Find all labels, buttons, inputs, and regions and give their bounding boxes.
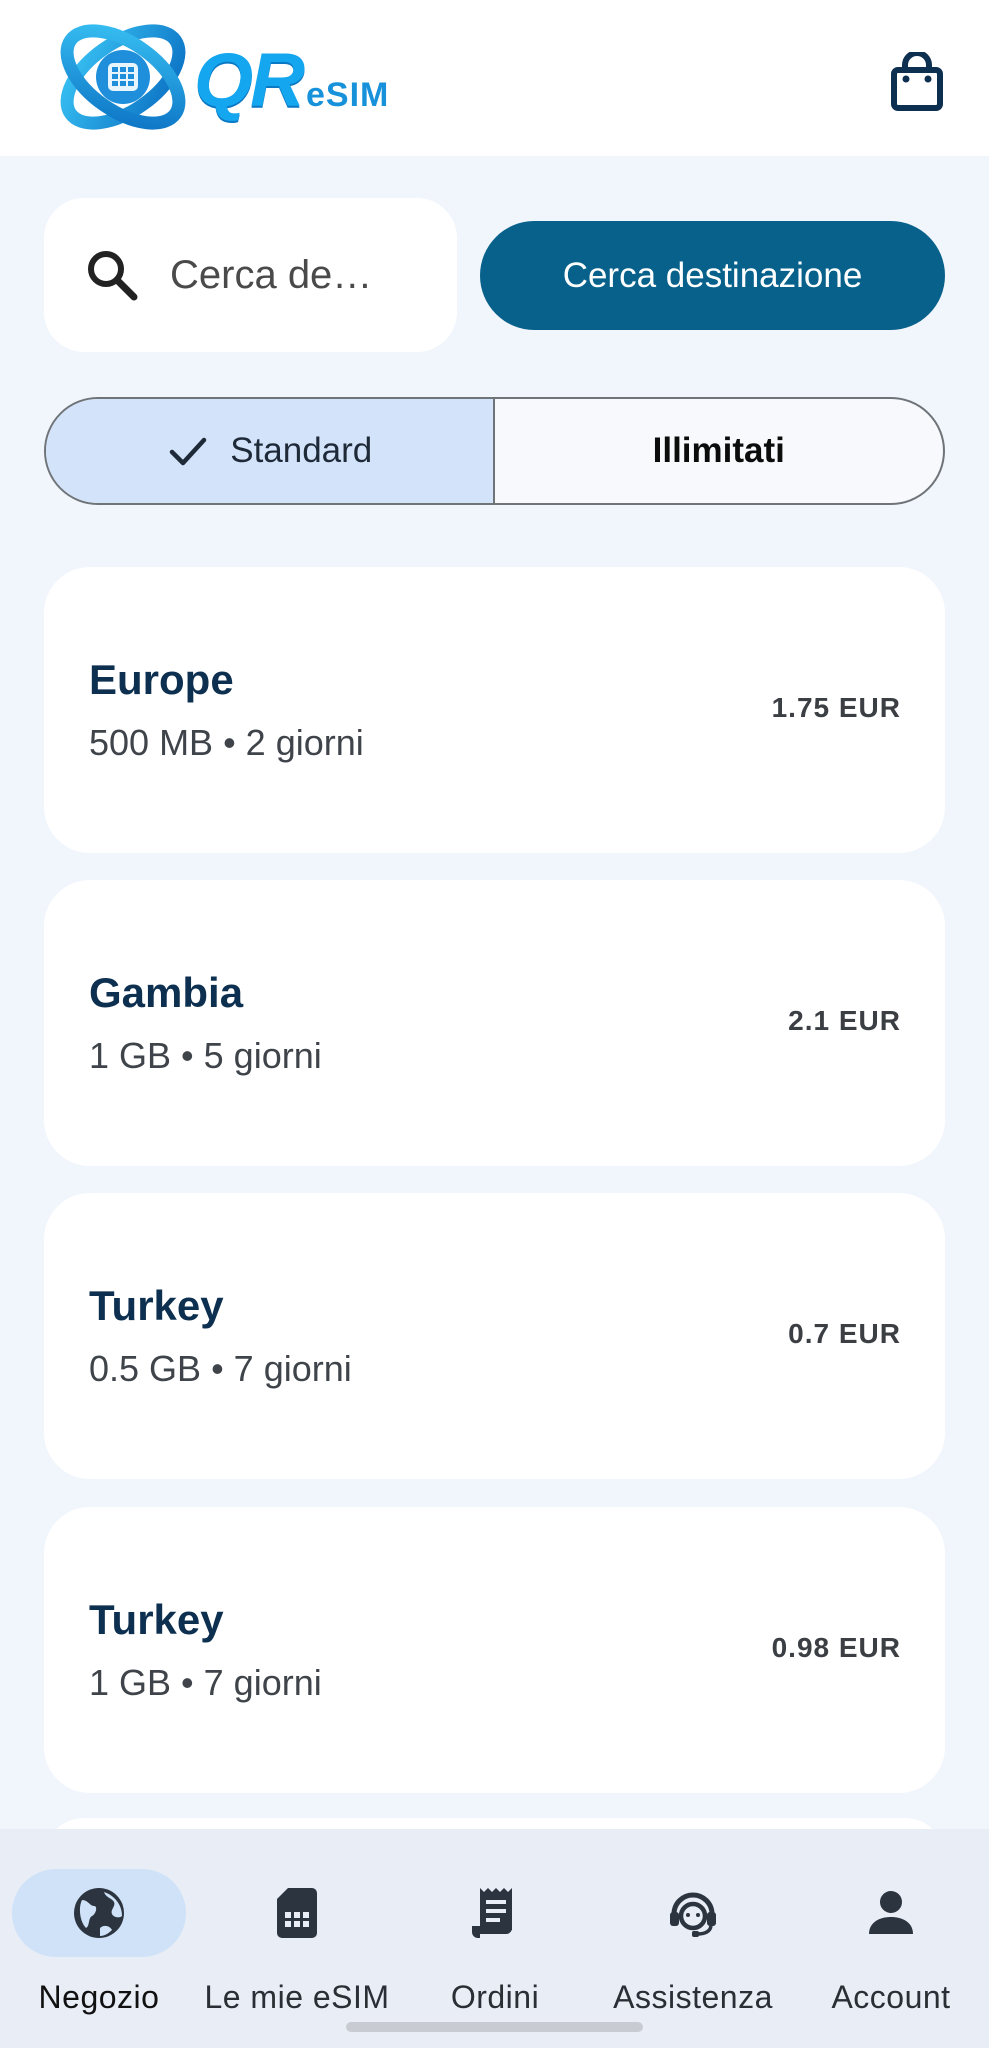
- home-indicator[interactable]: [346, 2022, 643, 2032]
- plan-type-toggle: Standard Illimitati: [44, 397, 945, 505]
- person-icon: [869, 1891, 913, 1934]
- nav-label: Assistenza: [613, 1979, 773, 2015]
- logo-primary-text: QR: [194, 37, 305, 123]
- nav-item-le-mie-esim[interactable]: Le mie eSIM: [198, 1869, 396, 2019]
- segment-unlimited[interactable]: Illimitati: [495, 399, 944, 503]
- search-icon: [88, 251, 138, 301]
- logo-mark-icon: [60, 24, 186, 130]
- nav-indicator: [606, 1869, 780, 1957]
- nav-item-assistenza[interactable]: Assistenza: [594, 1869, 792, 2019]
- plan-price: 0.98 EUR: [771, 1632, 901, 1663]
- plan-destination: Turkey: [89, 1282, 224, 1329]
- plan-destination: Turkey: [89, 1596, 224, 1643]
- nav-label: Le mie eSIM: [204, 1979, 390, 2015]
- plan-card[interactable]: Turkey 1 GB • 7 giorni 0.98 EUR: [44, 1507, 945, 1793]
- plan-price: 2.1 EUR: [788, 1005, 901, 1036]
- nav-indicator: [12, 1869, 186, 1957]
- plan-destination: Europe: [89, 656, 234, 703]
- segment-standard-label: Standard: [230, 431, 373, 470]
- nav-indicator: [804, 1869, 978, 1957]
- plan-details: 500 MB • 2 giorni: [89, 722, 364, 763]
- nav-indicator: [210, 1869, 384, 1957]
- qresim-logo: QR eSIM: [52, 14, 389, 140]
- plan-card[interactable]: Europe 500 MB • 2 giorni 1.75 EUR: [44, 567, 945, 853]
- nav-label: Negozio: [38, 1979, 160, 2015]
- nav-label: Ordini: [450, 1979, 540, 2015]
- receipt-icon: [472, 1888, 512, 1938]
- support-agent-icon: [670, 1892, 716, 1937]
- plan-destination: Gambia: [89, 969, 244, 1016]
- plan-card[interactable]: Gambia 1 GB • 5 giorni 2.1 EUR: [44, 880, 945, 1166]
- check-icon: [169, 437, 207, 466]
- segment-unlimited-label: Illimitati: [652, 431, 785, 470]
- logo-wordmark: QR eSIM: [194, 37, 389, 124]
- nav-label: Account: [831, 1979, 951, 2015]
- plan-price: 0.7 EUR: [788, 1318, 901, 1349]
- nav-item-ordini[interactable]: Ordini: [396, 1869, 594, 2019]
- plan-price: 1.75 EUR: [771, 692, 901, 723]
- app-header: QR eSIM: [0, 0, 989, 156]
- search-destination-button[interactable]: Cerca destinazione: [480, 221, 945, 330]
- globe-icon: [74, 1888, 124, 1938]
- nav-item-account[interactable]: Account: [792, 1869, 989, 2019]
- nav-indicator: [408, 1869, 582, 1957]
- plan-details: 1 GB • 7 giorni: [89, 1662, 322, 1703]
- search-input[interactable]: [170, 252, 400, 298]
- nav-item-negozio[interactable]: Negozio: [0, 1869, 198, 2019]
- logo-secondary-text: eSIM: [306, 75, 390, 114]
- sim-card-icon: [277, 1888, 317, 1938]
- bottom-navigation: Negozio Le mie eSIM Ordini Assistenza Ac…: [0, 1829, 989, 2048]
- segment-standard[interactable]: Standard: [46, 399, 495, 503]
- shopping-bag-icon: [891, 52, 943, 111]
- plan-card[interactable]: Turkey 0.5 GB • 7 giorni 0.7 EUR: [44, 1193, 945, 1479]
- cart-button[interactable]: [881, 46, 953, 118]
- plan-details: 1 GB • 5 giorni: [89, 1035, 322, 1076]
- search-box[interactable]: [44, 198, 457, 352]
- plan-details: 0.5 GB • 7 giorni: [89, 1348, 352, 1389]
